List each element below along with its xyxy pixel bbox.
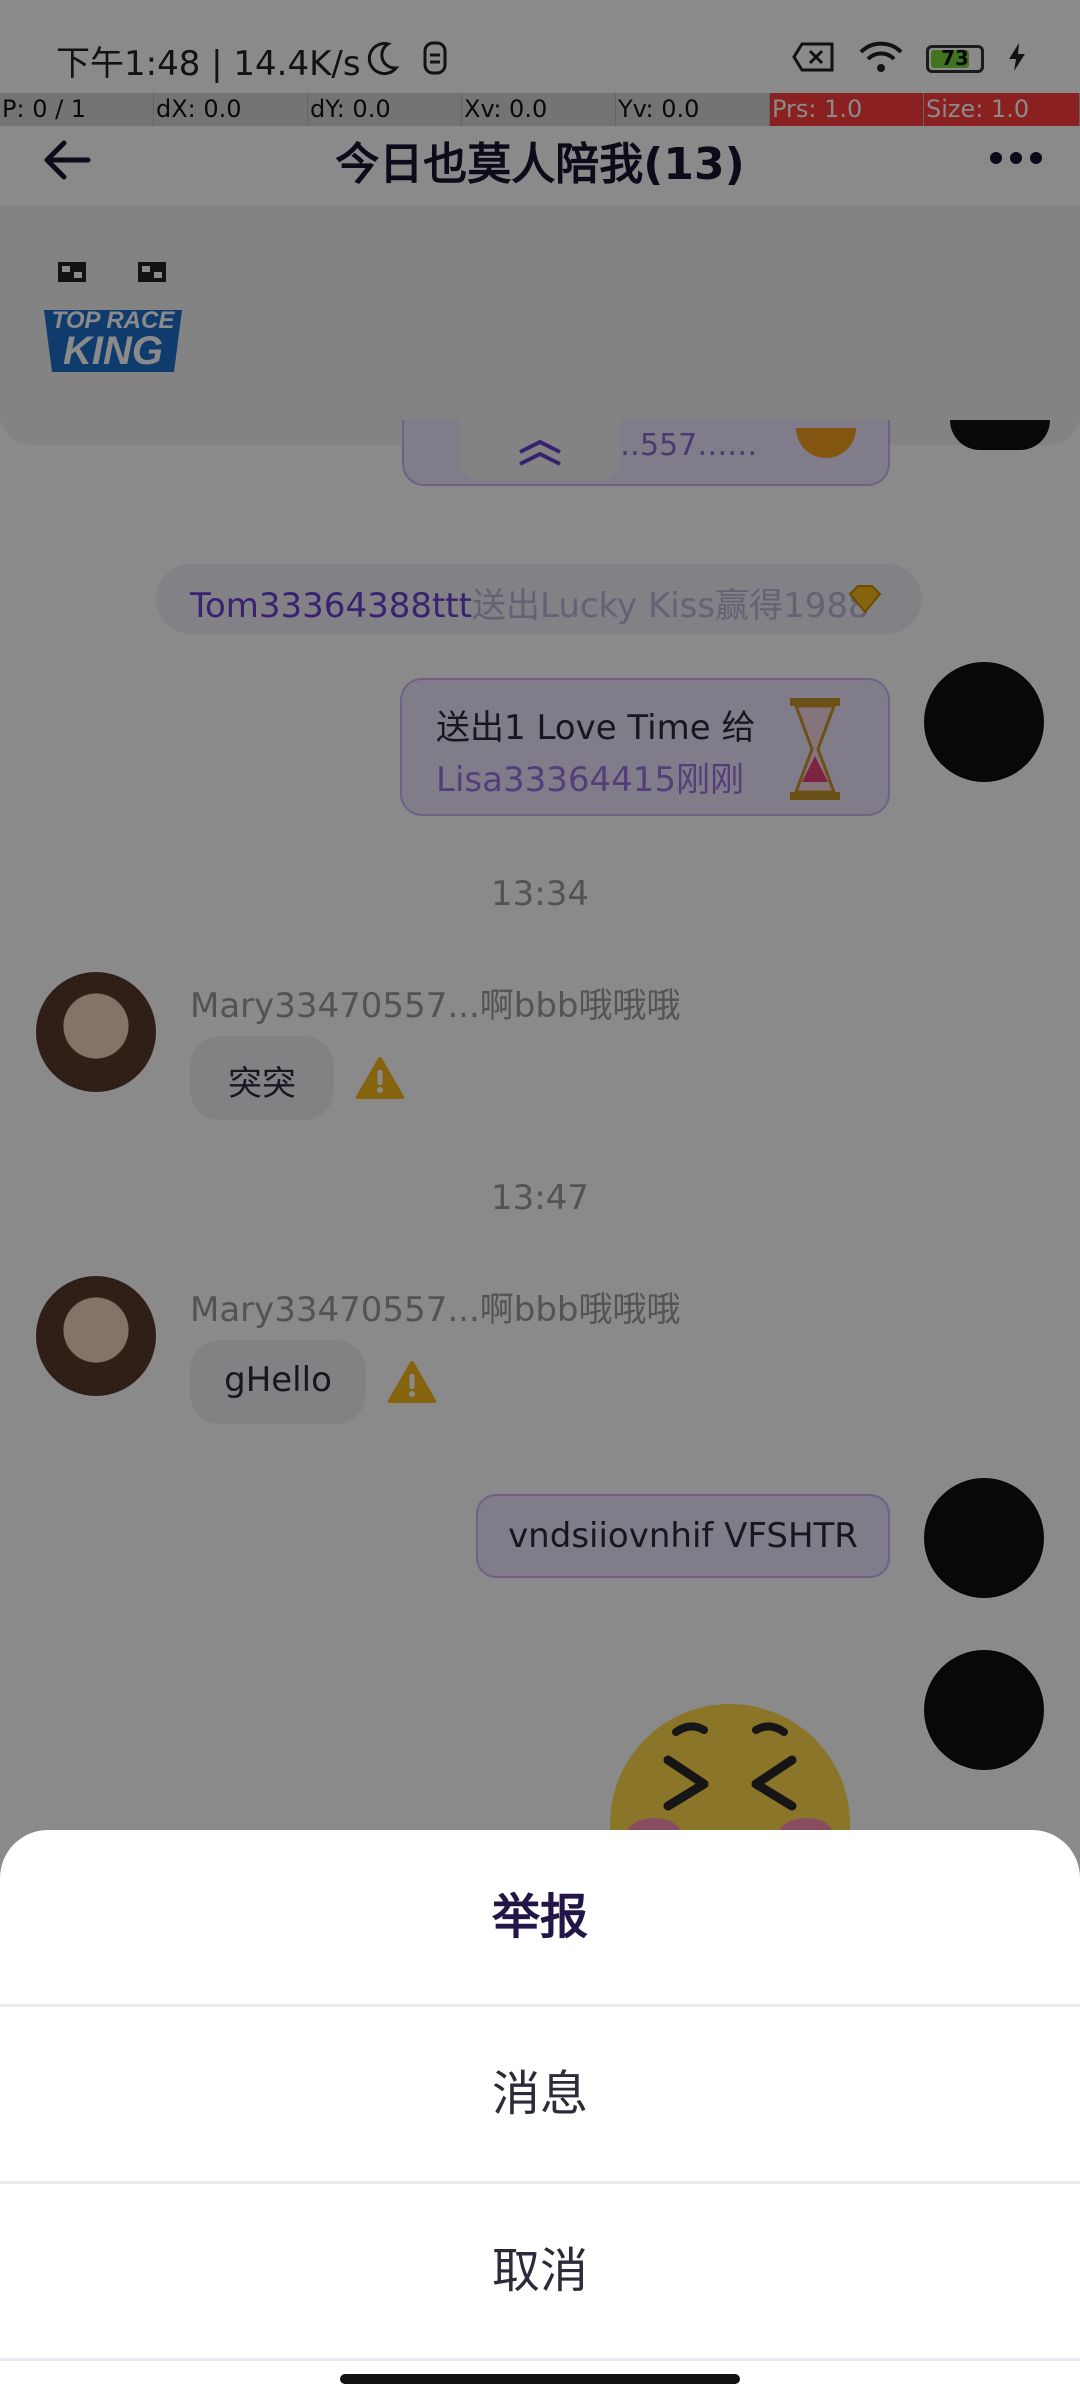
home-indicator[interactable] [340, 2374, 740, 2384]
cancel-button[interactable]: 取消 [0, 2184, 1080, 2358]
sheet-title: 举报 [491, 1889, 588, 1945]
divider [0, 2358, 1080, 2361]
report-message-option[interactable]: 消息 [0, 2007, 1080, 2181]
report-action-sheet: 举报 消息 取消 [0, 1830, 1080, 2400]
